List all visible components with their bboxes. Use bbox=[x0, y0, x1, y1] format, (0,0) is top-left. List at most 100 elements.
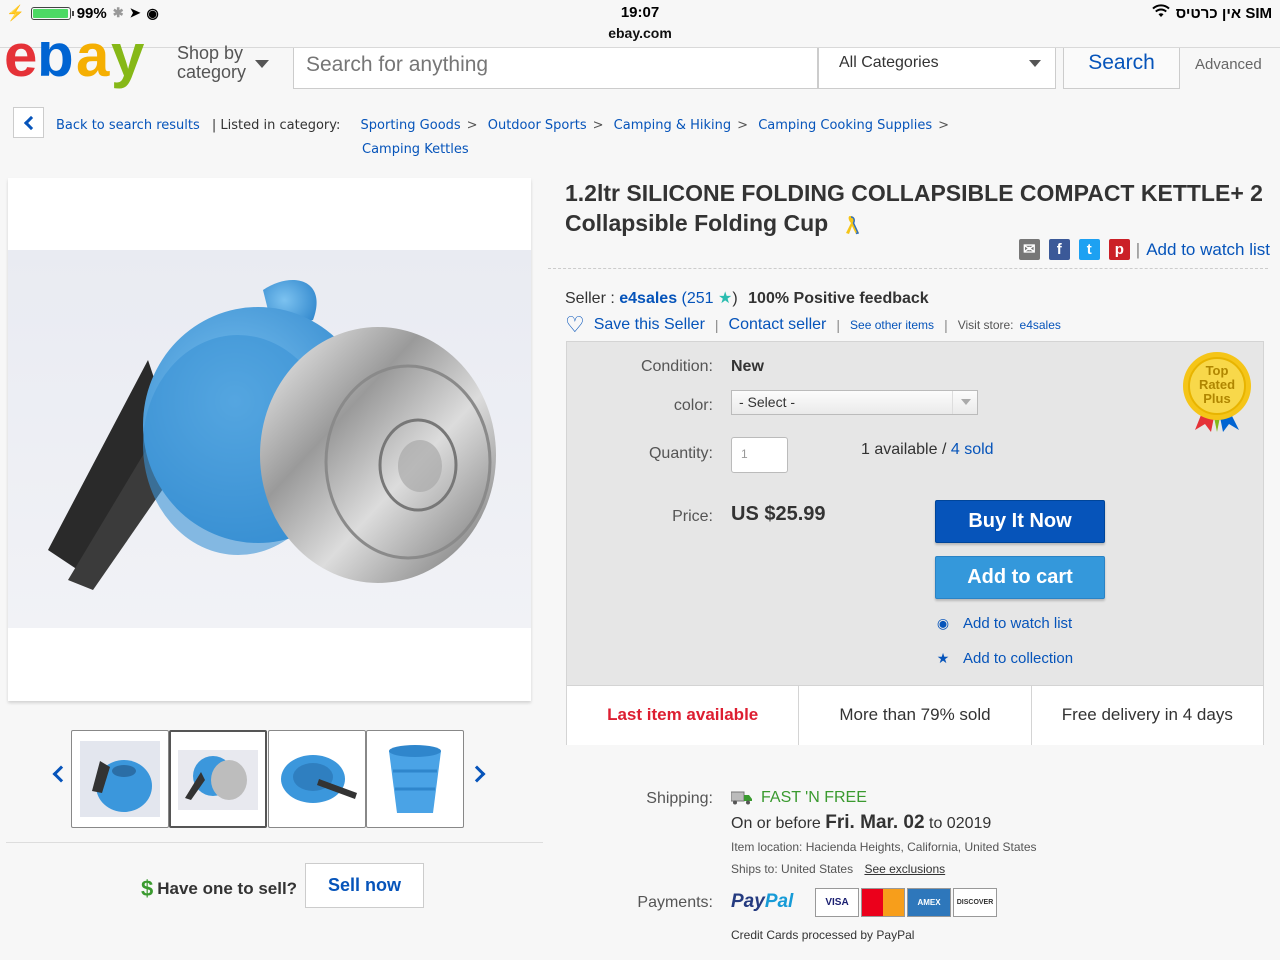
chevron-down-icon[interactable] bbox=[255, 60, 269, 68]
ebay-logo[interactable]: e b a y bbox=[6, 42, 166, 96]
ribbon-icon bbox=[845, 215, 859, 235]
pinterest-icon[interactable]: p bbox=[1108, 239, 1130, 260]
item-title-text: 1.2ltr SILICONE FOLDING COLLAPSIBLE COMP… bbox=[565, 180, 1263, 236]
email-icon[interactable]: ✉ bbox=[1018, 239, 1040, 260]
thumbnail-4[interactable] bbox=[366, 730, 464, 828]
see-exclusions-link[interactable]: See exclusions bbox=[864, 862, 945, 876]
chevron-down-icon bbox=[952, 391, 977, 414]
facebook-icon[interactable]: f bbox=[1048, 239, 1070, 260]
visa-icon: VISA bbox=[815, 888, 859, 917]
have-one-to-sell: $ Have one to sell? bbox=[141, 876, 297, 902]
seller-score-link[interactable]: 251 bbox=[687, 290, 714, 307]
thumbnail-2[interactable] bbox=[169, 730, 267, 828]
ships-to-value: United States bbox=[781, 862, 854, 876]
divider bbox=[6, 842, 543, 843]
quantity-label: Quantity: bbox=[648, 445, 713, 462]
dollar-icon: $ bbox=[141, 876, 154, 901]
site-header: e b a y Shop by category Search for anyt… bbox=[0, 42, 1280, 96]
see-other-items-link[interactable]: See other items bbox=[850, 318, 934, 332]
svg-text:b: b bbox=[37, 42, 72, 89]
thumbnail-image bbox=[389, 745, 441, 813]
free-delivery: Free delivery in 4 days bbox=[1061, 705, 1233, 724]
save-seller-link[interactable]: Save this Seller bbox=[594, 316, 705, 334]
sold-link[interactable]: 4 sold bbox=[951, 441, 994, 458]
svg-text:a: a bbox=[76, 42, 110, 89]
category-select[interactable]: All Categories bbox=[818, 48, 1056, 89]
back-to-results-link[interactable]: Back to search results bbox=[56, 118, 200, 133]
item-location-value: Hacienda Heights, California, United Sta… bbox=[805, 840, 1037, 854]
thumbnail-image bbox=[281, 755, 357, 803]
last-item-available: Last item available bbox=[567, 686, 800, 745]
color-label: color: bbox=[673, 397, 713, 414]
chevron-left-icon bbox=[23, 115, 38, 130]
discover-icon: DISCOVER bbox=[953, 888, 997, 917]
add-to-watch-list-link[interactable]: Add to watch list bbox=[1146, 240, 1270, 260]
seller-name-link[interactable]: e4sales bbox=[619, 290, 677, 307]
badge-line-3: Plus bbox=[1203, 391, 1231, 406]
ships-to-label: Ships to: bbox=[731, 862, 778, 876]
paypal-pay: Pay bbox=[731, 891, 765, 912]
quantity-input[interactable]: 1 bbox=[731, 437, 788, 473]
breadcrumb-item-camping-cooking[interactable]: Camping Cooking Supplies bbox=[758, 118, 932, 133]
thumbnails-next-arrow[interactable] bbox=[468, 765, 486, 783]
truck-icon bbox=[731, 791, 752, 805]
seller-feedback: 100% Positive feedback bbox=[748, 290, 929, 307]
breadcrumb-item-sporting-goods[interactable]: Sporting Goods bbox=[361, 118, 461, 133]
breadcrumb-item-outdoor-sports[interactable]: Outdoor Sports bbox=[488, 118, 587, 133]
address-bar[interactable]: ebay.com bbox=[0, 25, 1280, 41]
thumbnail-image bbox=[178, 750, 258, 810]
item-location: Item location: Hacienda Heights, Califor… bbox=[731, 840, 1037, 854]
price-label: Price: bbox=[672, 508, 713, 525]
thumbnails-prev-arrow[interactable] bbox=[52, 765, 70, 783]
condition-label: Condition: bbox=[640, 358, 713, 375]
search-button[interactable]: Search bbox=[1063, 48, 1180, 89]
contact-seller-link[interactable]: Contact seller bbox=[729, 316, 827, 334]
paypal-logo: PayPal bbox=[731, 891, 793, 913]
twitter-icon[interactable]: t bbox=[1078, 239, 1100, 260]
add-to-cart-button[interactable]: Add to cart bbox=[935, 556, 1105, 599]
add-to-watch-list-action[interactable]: ◉ Add to watch list bbox=[935, 615, 1072, 632]
payments-label: Payments: bbox=[637, 894, 713, 911]
credit-cards-note: Credit Cards processed by PayPal bbox=[731, 928, 915, 942]
thumbnail-image bbox=[80, 741, 160, 817]
ios-status-bar: ⚡ 99% ✱ ➤ ◉ 19:07 ebay.com אין כרטיס SIM bbox=[0, 0, 1280, 48]
advanced-search-link[interactable]: Advanced bbox=[1195, 56, 1262, 73]
svg-text:e: e bbox=[6, 42, 36, 89]
shipping-label: Shipping: bbox=[646, 790, 713, 807]
percent-sold: More than 79% sold bbox=[799, 686, 1032, 745]
ebay-logo-mark: e b a y bbox=[6, 42, 150, 89]
paypal-pal: Pal bbox=[764, 891, 794, 912]
category-select-value: All Categories bbox=[839, 54, 939, 71]
thumbnail-1[interactable] bbox=[71, 730, 169, 828]
badge-line-1: Top bbox=[1205, 363, 1229, 378]
main-image-panel[interactable] bbox=[8, 178, 531, 701]
search-input[interactable]: Search for anything bbox=[293, 48, 818, 89]
shop-by-category[interactable]: Shop by category bbox=[177, 44, 246, 82]
item-location-label: Item location: bbox=[731, 840, 803, 854]
color-select-value: - Select - bbox=[739, 394, 796, 410]
payment-cards: VISA MC AMEX DISCOVER bbox=[815, 888, 997, 917]
share-row: ✉ f t p | Add to watch list bbox=[1018, 239, 1270, 260]
color-select[interactable]: - Select - bbox=[731, 390, 978, 415]
badge-line-2: Rated bbox=[1198, 377, 1236, 392]
kettle-image bbox=[48, 280, 496, 590]
heart-icon[interactable]: ♡ bbox=[565, 314, 585, 336]
visit-store-label: Visit store: bbox=[957, 318, 1014, 332]
wifi-icon bbox=[1152, 4, 1170, 22]
svg-text:y: y bbox=[111, 42, 145, 89]
add-to-collection-action[interactable]: ★ Add to collection bbox=[935, 650, 1073, 667]
breadcrumb-item-camping-kettles[interactable]: Camping Kettles bbox=[362, 142, 469, 157]
buy-it-now-button[interactable]: Buy It Now bbox=[935, 500, 1105, 543]
product-photo[interactable] bbox=[8, 250, 531, 628]
add-to-collection-label: Add to collection bbox=[963, 650, 1074, 667]
delivery-estimate: On or before Fri. Mar. 02 to 02019 bbox=[731, 812, 991, 834]
back-button[interactable] bbox=[13, 107, 44, 138]
condition-value: New bbox=[731, 358, 764, 375]
amex-icon: AMEX bbox=[907, 888, 951, 917]
thumbnail-3[interactable] bbox=[268, 730, 366, 828]
price-value: US $25.99 bbox=[731, 503, 826, 525]
breadcrumb-item-camping-hiking[interactable]: Camping & Hiking bbox=[614, 118, 731, 133]
sell-now-button[interactable]: Sell now bbox=[305, 863, 424, 908]
visit-store-link[interactable]: e4sales bbox=[1020, 318, 1061, 332]
star-icon: ★ bbox=[718, 290, 733, 307]
